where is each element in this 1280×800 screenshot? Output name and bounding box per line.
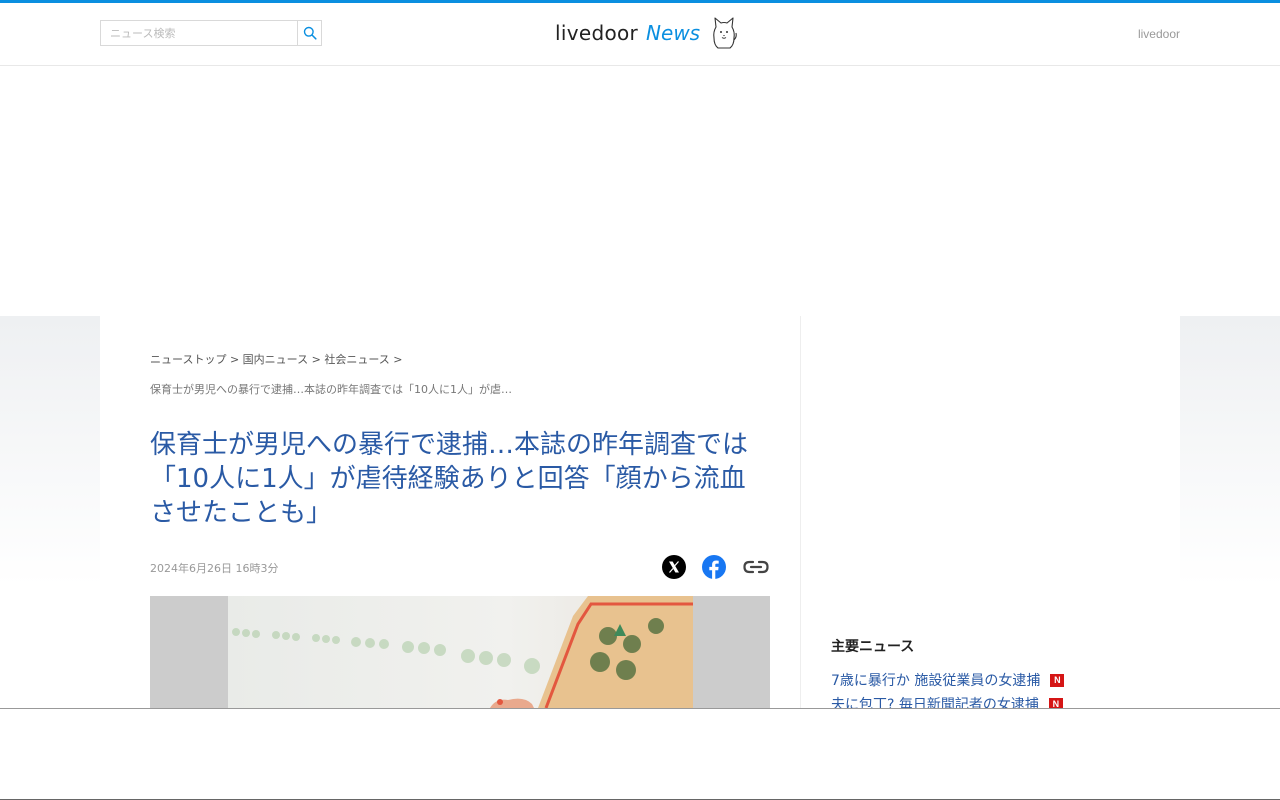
- top-ad-area: [0, 66, 1280, 316]
- breadcrumb-separator: >: [229, 353, 240, 366]
- breadcrumb-current: 保育士が男児への暴行で逮捕…本誌の昨年調査では「10人に1人」が虐…: [150, 383, 512, 396]
- new-badge-icon: N: [1050, 673, 1065, 687]
- search-input[interactable]: [100, 20, 298, 46]
- search-button[interactable]: [297, 20, 322, 46]
- article-photo: [150, 596, 770, 708]
- search-icon: [303, 26, 317, 40]
- article-title: 保育士が男児への暴行で逮捕…本誌の昨年調査では「10人に1人」が虐待経験ありと回…: [150, 430, 749, 528]
- bottom-ad-banner: [0, 708, 1280, 800]
- breadcrumb-item-domestic[interactable]: 国内ニュース: [243, 353, 308, 366]
- list-item[interactable]: 7歳に暴行か 施設従業員の女逮捕 N: [831, 668, 1065, 692]
- site-header: livedoor News livedoor: [0, 3, 1280, 66]
- search-form: [100, 20, 322, 46]
- copy-link-button[interactable]: [741, 554, 771, 580]
- site-logo[interactable]: livedoor News: [555, 13, 738, 53]
- sidebar: 主要ニュース 7歳に暴行か 施設従業員の女逮捕 N 夫に包丁? 毎日新聞記者の女…: [800, 316, 1180, 713]
- livedoor-link[interactable]: livedoor: [1138, 27, 1180, 41]
- share-x-button[interactable]: [661, 554, 687, 580]
- logo-livedoor-text: livedoor: [555, 21, 639, 45]
- breadcrumb: ニューストップ > 国内ニュース > 社会ニュース >: [150, 351, 403, 367]
- facebook-icon: [702, 555, 726, 579]
- breadcrumb-separator: >: [393, 353, 403, 366]
- share-buttons: [661, 554, 771, 580]
- logo-news-text: News: [646, 21, 701, 45]
- news-item-label: 7歳に暴行か 施設従業員の女逮捕: [831, 673, 1041, 689]
- dog-mascot-icon: [713, 17, 737, 49]
- share-facebook-button[interactable]: [701, 554, 727, 580]
- article-date: 2024年6月26日 16時3分: [150, 562, 279, 575]
- breadcrumb-item-society[interactable]: 社会ニュース: [324, 353, 389, 366]
- breadcrumb-item-news-top[interactable]: ニューストップ: [150, 353, 226, 366]
- breadcrumb-separator: >: [311, 353, 321, 366]
- x-icon: [662, 555, 686, 579]
- article-main: ニューストップ > 国内ニュース > 社会ニュース > 保育士が男児への暴行で逮…: [100, 316, 800, 708]
- sidebar-heading: 主要ニュース: [831, 639, 915, 655]
- photo-image: [228, 596, 693, 708]
- link-icon: [743, 560, 769, 574]
